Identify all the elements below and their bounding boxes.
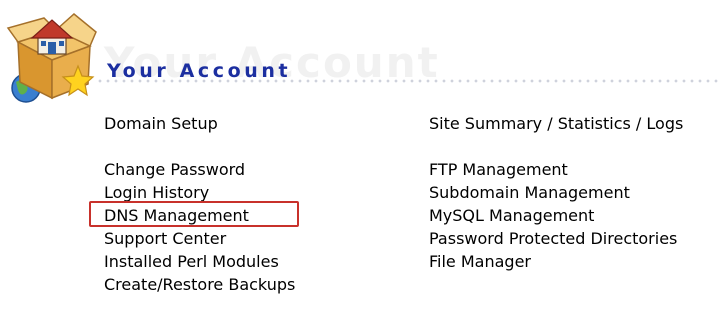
link-support-center[interactable]: Support Center (104, 227, 295, 250)
link-domain-setup[interactable]: Domain Setup (104, 112, 295, 135)
page-title: Your Account (107, 60, 292, 82)
link-site-summary[interactable]: Site Summary / Statistics / Logs (429, 112, 683, 135)
link-installed-perl-modules[interactable]: Installed Perl Modules (104, 250, 295, 273)
right-menu: Site Summary / Statistics / Logs FTP Man… (429, 112, 683, 273)
link-file-manager[interactable]: File Manager (429, 250, 683, 273)
link-change-password[interactable]: Change Password (104, 158, 295, 181)
account-header: Your Account Your Account (0, 0, 718, 110)
link-password-protected-directories[interactable]: Password Protected Directories (429, 227, 683, 250)
link-create-restore-backups[interactable]: Create/Restore Backups (104, 273, 295, 296)
link-subdomain-management[interactable]: Subdomain Management (429, 181, 683, 204)
link-ftp-management[interactable]: FTP Management (429, 158, 683, 181)
link-mysql-management[interactable]: MySQL Management (429, 204, 683, 227)
highlight-box (89, 201, 299, 227)
house-box-globe-star-icon (6, 13, 97, 103)
